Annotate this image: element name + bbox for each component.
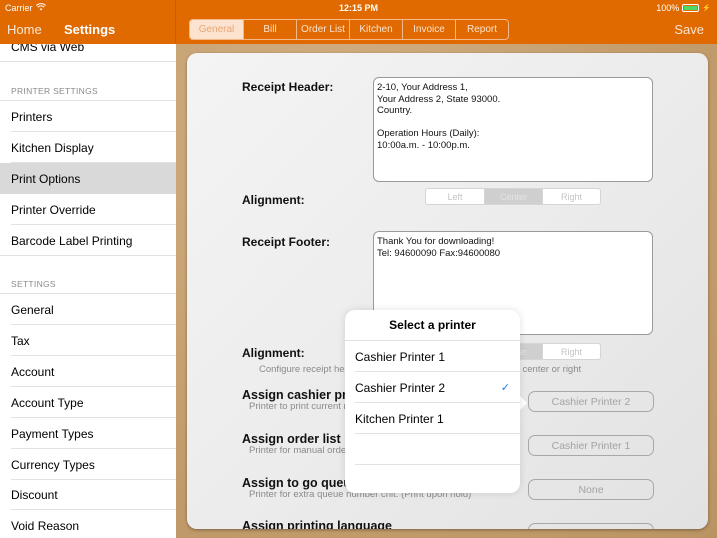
sidebar-nav-bar: Home Settings — [0, 16, 176, 44]
sidebar-item-label: Print Options — [11, 171, 81, 186]
sidebar-item-label: Currency Types — [11, 457, 95, 472]
printing-language-select[interactable] — [528, 523, 654, 529]
printer-option-label: Cashier Printer 2 — [355, 380, 446, 395]
select-printer-popover: Select a printer Cashier Printer 1 Cashi… — [345, 310, 520, 493]
save-button[interactable]: Save — [674, 22, 704, 37]
status-bar: Carrier 12:15 PM 100% ⚡ — [0, 0, 717, 16]
cashier-printer-select[interactable]: Cashier Printer 2 — [528, 391, 654, 412]
sidebar-item-payment-types[interactable]: Payment Types — [0, 418, 176, 449]
printer-option-empty[interactable] — [345, 434, 520, 465]
receipt-header-label: Receipt Header: — [242, 80, 334, 94]
printer-option-kitchen-1[interactable]: Kitchen Printer 1 — [345, 403, 520, 434]
battery-status: 100% ⚡ — [656, 3, 711, 13]
split-divider — [175, 0, 176, 44]
nav-title: Settings — [64, 22, 116, 37]
footer-alignment-label: Alignment: — [242, 346, 305, 360]
settings-tabs: General Bill Order List Kitchen Invoice … — [189, 19, 509, 40]
sidebar-item-label: Printer Override — [11, 202, 96, 217]
header-alignment-label: Alignment: — [242, 193, 305, 207]
printer-option-label: Kitchen Printer 1 — [355, 411, 444, 426]
tab-report[interactable]: Report — [455, 20, 508, 39]
sidebar[interactable]: CMS via Web PRINTER SETTINGS Printers Ki… — [0, 44, 176, 538]
sidebar-item-label: Account Type — [11, 395, 84, 410]
charging-icon: ⚡ — [702, 5, 711, 12]
sidebar-item-printers[interactable]: Printers — [0, 101, 176, 132]
section-header-printer-settings: PRINTER SETTINGS — [11, 86, 98, 96]
sidebar-item-label: Barcode Label Printing — [11, 233, 133, 248]
header-align-left[interactable]: Left — [426, 189, 484, 204]
sidebar-item-barcode-label-printing[interactable]: Barcode Label Printing — [0, 225, 176, 256]
sidebar-item-kitchen-display[interactable]: Kitchen Display — [0, 132, 176, 163]
clock: 12:15 PM — [338, 3, 379, 13]
tab-kitchen[interactable]: Kitchen — [349, 20, 402, 39]
sidebar-item-discount[interactable]: Discount — [0, 479, 176, 510]
sidebar-item-account-type[interactable]: Account Type — [0, 387, 176, 418]
sidebar-item-account[interactable]: Account — [0, 356, 176, 387]
battery-percent: 100% — [656, 3, 680, 13]
sidebar-item-label: Discount — [11, 487, 58, 502]
tab-order-list[interactable]: Order List — [296, 20, 349, 39]
popover-title: Select a printer — [345, 310, 520, 341]
sidebar-item-void-reason[interactable]: Void Reason — [0, 510, 176, 538]
sidebar-item-print-options[interactable]: Print Options — [0, 163, 176, 194]
to-go-printer-select[interactable]: None — [528, 479, 654, 500]
tab-bill[interactable]: Bill — [243, 20, 296, 39]
checkmark-icon: ✓ — [500, 382, 510, 394]
sidebar-item-printer-override[interactable]: Printer Override — [0, 194, 176, 225]
receipt-header-input[interactable]: 2-10, Your Address 1, Your Address 2, St… — [373, 77, 653, 182]
sidebar-item-label: Account — [11, 364, 55, 379]
order-list-printer-select[interactable]: Cashier Printer 1 — [528, 435, 654, 456]
header-align-right[interactable]: Right — [542, 189, 600, 204]
section-header-settings: SETTINGS — [11, 279, 56, 289]
footer-align-right[interactable]: Right — [542, 344, 600, 359]
sidebar-item-label: Payment Types — [11, 426, 94, 441]
printer-option-label: Cashier Printer 1 — [355, 349, 446, 364]
assign-language-label: Assign printing language — [242, 519, 393, 529]
sidebar-item-label: Void Reason — [11, 518, 80, 533]
printer-option-cashier-2[interactable]: Cashier Printer 2 ✓ — [345, 372, 520, 403]
receipt-footer-label: Receipt Footer: — [242, 235, 331, 249]
sidebar-item-currency-types[interactable]: Currency Types — [0, 449, 176, 480]
printer-option-empty[interactable] — [345, 465, 520, 493]
printer-option-cashier-1[interactable]: Cashier Printer 1 — [345, 341, 520, 372]
tab-general[interactable]: General — [190, 20, 243, 39]
sidebar-item-label: CMS via Web — [11, 44, 85, 54]
tab-invoice[interactable]: Invoice — [402, 20, 455, 39]
home-back-button[interactable]: Home — [7, 22, 42, 37]
sidebar-item-tax[interactable]: Tax — [0, 325, 176, 356]
sidebar-item-label: General — [11, 302, 54, 317]
sidebar-item-general[interactable]: General — [0, 294, 176, 325]
header-alignment-control: Left Center Right — [425, 188, 601, 205]
sidebar-item-label: Printers — [11, 109, 53, 124]
sidebar-item-cms-via-web[interactable]: CMS via Web — [0, 44, 176, 62]
header-align-center[interactable]: Center — [484, 189, 542, 204]
sidebar-item-label: Tax — [11, 333, 30, 348]
sidebar-item-label: Kitchen Display — [11, 140, 94, 155]
battery-icon — [682, 4, 700, 12]
